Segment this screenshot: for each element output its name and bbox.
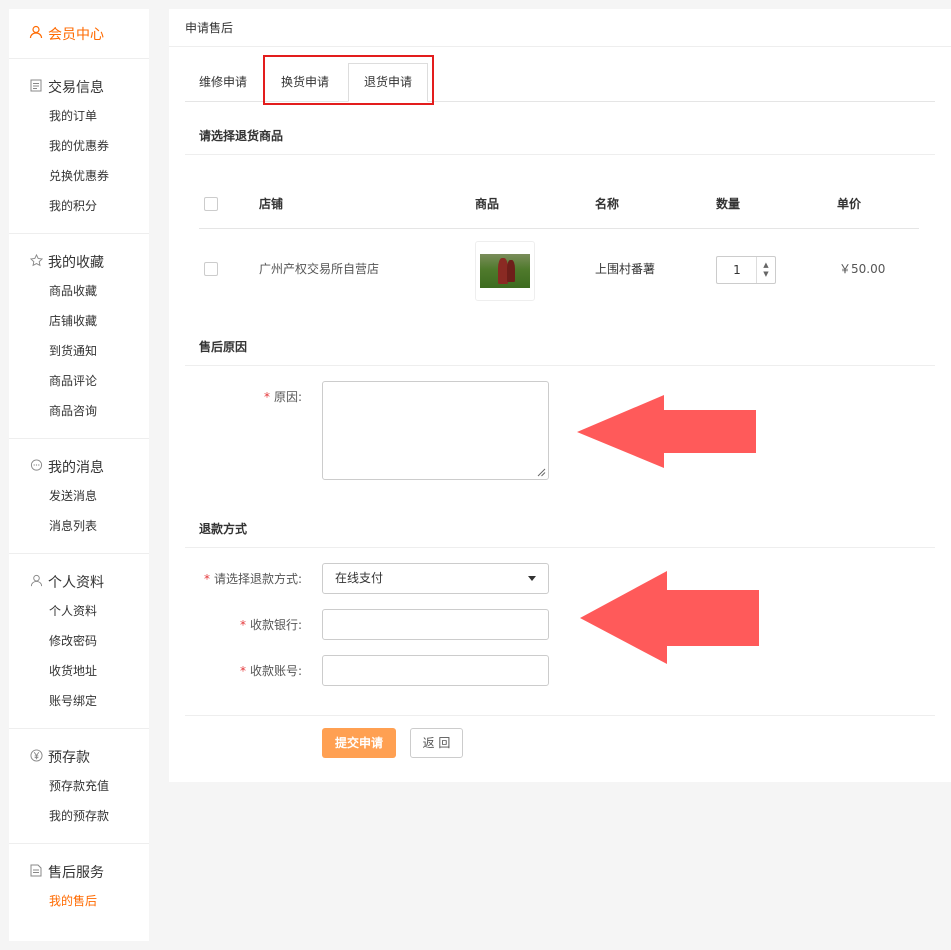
section-title-reason: 售后原因 — [199, 340, 248, 354]
bank-input[interactable] — [322, 609, 549, 640]
tab-repair[interactable]: 维修申请 — [185, 62, 261, 102]
member-center-link[interactable]: 会员中心 — [9, 9, 149, 59]
sidebar-item-send-message[interactable]: 发送消息 — [9, 481, 149, 511]
product-name: 上围村番薯 — [595, 262, 656, 276]
refund-method-select[interactable]: 在线支付 — [322, 563, 549, 594]
sidebar-item-change-password[interactable]: 修改密码 — [9, 626, 149, 656]
sidebar-group-messages: 我的消息 发送消息 消息列表 — [9, 439, 149, 554]
refund-method-label: * 请选择退款方式: — [203, 572, 302, 586]
table-row: 广州产权交易所自营店 上围村番薯 1 ▲ ▼ ￥50.00 — [199, 239, 919, 301]
sidebar-item-address[interactable]: 收货地址 — [9, 656, 149, 686]
star-icon — [29, 253, 43, 270]
reason-textarea[interactable] — [322, 381, 549, 480]
sidebar: 会员中心 交易信息 我的订单 我的优惠券 兑换优惠券 我的积分 我的收藏 商品收… — [9, 9, 149, 941]
quantity-stepper[interactable]: 1 ▲ ▼ — [716, 256, 776, 284]
sidebar-item-points[interactable]: 我的积分 — [9, 191, 149, 221]
stepper-arrows-icon[interactable]: ▲ ▼ — [756, 257, 775, 283]
divider — [185, 365, 935, 366]
sidebar-group-favorites: 我的收藏 商品收藏 店铺收藏 到货通知 商品评论 商品咨询 — [9, 234, 149, 439]
sidebar-group-deposit: 预存款 预存款充值 我的预存款 — [9, 729, 149, 844]
unit-price: ￥50.00 — [839, 262, 886, 276]
sidebar-item-orders[interactable]: 我的订单 — [9, 101, 149, 131]
sidebar-item-product-inquiry[interactable]: 商品咨询 — [9, 396, 149, 426]
bank-label: * 收款银行: — [239, 618, 302, 632]
resize-grip-icon[interactable] — [537, 468, 546, 477]
sidebar-item-product-favorites[interactable]: 商品收藏 — [9, 276, 149, 306]
section-title-refund: 退款方式 — [199, 522, 248, 536]
column-header-price: 单价 — [837, 197, 862, 211]
product-image[interactable] — [475, 241, 535, 301]
sidebar-group-title: 售后服务 — [9, 858, 149, 886]
tab-bar: 维修申请 换货申请 退货申请 — [185, 62, 935, 102]
column-header-name: 名称 — [595, 197, 620, 211]
member-center-label: 会员中心 — [48, 26, 104, 43]
quantity-value[interactable]: 1 — [717, 257, 757, 283]
sidebar-group-trade: 交易信息 我的订单 我的优惠券 兑换优惠券 我的积分 — [9, 59, 149, 234]
sidebar-group-title: 我的消息 — [9, 453, 149, 481]
divider — [185, 715, 935, 716]
column-header-product: 商品 — [475, 197, 500, 211]
shop-name: 广州产权交易所自营店 — [259, 262, 380, 276]
reason-label: * 原因: — [263, 390, 302, 404]
user-icon — [29, 25, 43, 43]
row-checkbox[interactable] — [204, 262, 218, 276]
sidebar-group-title: 我的收藏 — [9, 248, 149, 276]
message-icon — [29, 459, 43, 475]
product-table-header: 店铺 商品 名称 数量 单价 — [199, 179, 919, 229]
sidebar-item-coupons[interactable]: 我的优惠券 — [9, 131, 149, 161]
page-title: 申请售后 — [169, 9, 951, 47]
sidebar-group-title: 预存款 — [9, 743, 149, 771]
tab-exchange[interactable]: 换货申请 — [267, 62, 343, 102]
main-panel: 申请售后 维修申请 换货申请 退货申请 请选择退货商品 店铺 商品 名称 数量 … — [169, 9, 951, 782]
sidebar-item-profile[interactable]: 个人资料 — [9, 596, 149, 626]
refund-method-value: 在线支付 — [335, 571, 384, 585]
user-icon — [29, 574, 43, 590]
tab-return[interactable]: 退货申请 — [348, 63, 428, 102]
section-title-products: 请选择退货商品 — [199, 129, 284, 143]
sidebar-item-my-deposit[interactable]: 我的预存款 — [9, 801, 149, 831]
sidebar-item-message-list[interactable]: 消息列表 — [9, 511, 149, 541]
caret-down-icon — [528, 576, 536, 581]
yen-icon — [29, 749, 43, 765]
sidebar-group-aftersales: 售后服务 我的售后 — [9, 844, 149, 928]
account-input[interactable] — [322, 655, 549, 686]
submit-button[interactable]: 提交申请 — [322, 728, 396, 758]
column-header-quantity: 数量 — [716, 197, 741, 211]
sidebar-item-redeem-coupon[interactable]: 兑换优惠券 — [9, 161, 149, 191]
sidebar-group-title: 个人资料 — [9, 568, 149, 596]
column-header-shop: 店铺 — [259, 197, 284, 211]
sidebar-item-deposit-recharge[interactable]: 预存款充值 — [9, 771, 149, 801]
account-label: * 收款账号: — [239, 664, 302, 678]
arrow-icon — [577, 395, 756, 468]
divider — [185, 547, 935, 548]
sidebar-item-shop-favorites[interactable]: 店铺收藏 — [9, 306, 149, 336]
sidebar-item-arrival-notice[interactable]: 到货通知 — [9, 336, 149, 366]
document-icon — [29, 79, 43, 95]
sidebar-item-my-aftersales[interactable]: 我的售后 — [9, 886, 149, 916]
back-button[interactable]: 返 回 — [410, 728, 463, 758]
sidebar-item-product-reviews[interactable]: 商品评论 — [9, 366, 149, 396]
sidebar-group-profile: 个人资料 个人资料 修改密码 收货地址 账号绑定 — [9, 554, 149, 729]
divider — [185, 154, 935, 155]
sidebar-group-title: 交易信息 — [9, 73, 149, 101]
sidebar-item-account-binding[interactable]: 账号绑定 — [9, 686, 149, 716]
arrow-icon — [580, 571, 759, 664]
document-icon — [29, 864, 43, 880]
select-all-checkbox[interactable] — [204, 197, 218, 211]
